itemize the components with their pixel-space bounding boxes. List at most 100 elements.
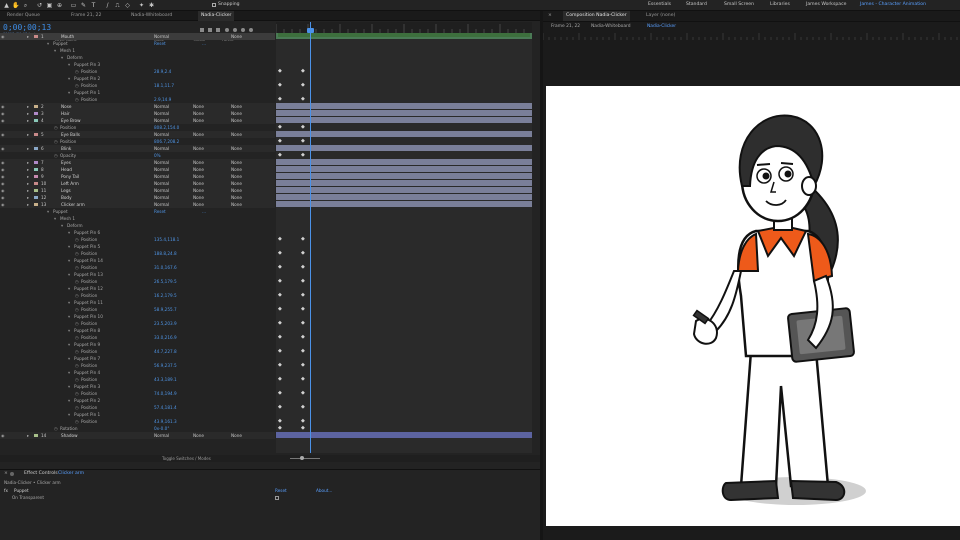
keyframe-icon[interactable]: ◆ [278, 250, 282, 256]
layer-name[interactable]: Pony Tail [61, 173, 79, 180]
layer-duration-bar[interactable] [276, 145, 532, 151]
property-row[interactable]: ◷ Position 26.5,179.5 [0, 278, 275, 285]
property-extra[interactable]: ... [202, 208, 206, 215]
blend-mode-dropdown[interactable]: Normal [154, 187, 169, 194]
layer-name[interactable]: Head [61, 166, 72, 173]
layer-row[interactable]: ◉ ▸ 6 Blink Normal None None [0, 145, 275, 152]
comp-tab-title[interactable]: Composition Nadia-Clicker [563, 11, 630, 21]
property-row[interactable]: ◷ Position 18.1,11.7 [0, 82, 275, 89]
visibility-eye-icon[interactable]: ◉ [1, 202, 6, 207]
layer-row[interactable]: ◉ ▸ 8 Head Normal None None [0, 166, 275, 173]
property-row[interactable]: ◷ Opacity 0% [0, 152, 275, 159]
layer-name[interactable]: Body [61, 194, 72, 201]
trkmat-dropdown[interactable]: None [193, 159, 204, 166]
expand-triangle-icon[interactable]: ◷ [54, 138, 58, 145]
keyframe-icon[interactable]: ◆ [278, 320, 282, 326]
expand-triangle-icon[interactable]: ▾ [68, 369, 70, 376]
layer-duration-bar[interactable] [276, 180, 532, 186]
keyframe-icon[interactable]: ◆ [301, 425, 305, 431]
work-area-bar[interactable] [278, 33, 530, 37]
layer-row[interactable]: ◉ ▸ 12 Body Normal None None [0, 194, 275, 201]
blend-mode-dropdown[interactable]: Normal [154, 194, 169, 201]
pen-tool-icon[interactable]: ✎ [80, 2, 87, 9]
keyframe-icon[interactable]: ◆ [301, 404, 305, 410]
expand-triangle-icon[interactable]: ▾ [68, 383, 70, 390]
keyframe-icon[interactable]: ◆ [301, 348, 305, 354]
keyframe-icon[interactable]: ◆ [278, 348, 282, 354]
expand-triangle-icon[interactable]: ▸ [27, 432, 29, 439]
keyframe-icon[interactable]: ◆ [301, 82, 305, 88]
layer-name[interactable]: Shadow [61, 432, 78, 439]
property-row[interactable]: ▾ Puppet Pin 14 [0, 257, 275, 264]
expand-triangle-icon[interactable]: ▸ [27, 173, 29, 180]
parent-dropdown[interactable]: None [231, 194, 242, 201]
layer-row[interactable]: ◉ ▸ 4 Eye Brow Normal None None [0, 117, 275, 124]
expand-triangle-icon[interactable]: ▸ [27, 33, 29, 40]
expand-triangle-icon[interactable]: ▾ [68, 75, 70, 82]
fx-toggle-icon[interactable]: fx [4, 488, 8, 493]
parent-dropdown[interactable]: None [231, 33, 242, 40]
composition-canvas[interactable] [546, 86, 960, 526]
workspace-character-animation[interactable]: James - Character Animation [860, 2, 926, 7]
selection-tool-icon[interactable]: ▲ [3, 2, 10, 9]
label-color-swatch[interactable] [34, 105, 38, 108]
trkmat-dropdown[interactable]: None [193, 187, 204, 194]
rotate-tool-icon[interactable]: ↺ [36, 2, 43, 9]
trkmat-dropdown[interactable]: None [193, 201, 204, 208]
expand-triangle-icon[interactable]: ▸ [27, 194, 29, 201]
property-row[interactable]: ▾ Puppet Reset... [0, 208, 275, 215]
type-tool-icon[interactable]: T [90, 2, 97, 9]
property-row[interactable]: ▾ Puppet Pin 3 [0, 383, 275, 390]
keyframe-icon[interactable]: ◆ [301, 306, 305, 312]
layer-duration-bar[interactable] [276, 187, 532, 193]
expand-triangle-icon[interactable]: ▾ [68, 341, 70, 348]
roto-tool-icon[interactable]: ✦ [138, 2, 145, 9]
expand-triangle-icon[interactable]: ◷ [75, 236, 79, 243]
mask-tool-icon[interactable]: ▭ [70, 2, 77, 9]
layer-tab[interactable]: Layer (none) [643, 11, 678, 21]
trkmat-dropdown[interactable]: None [193, 117, 204, 124]
expand-triangle-icon[interactable]: ▾ [68, 257, 70, 264]
property-row[interactable]: ◷ Position 188.8,24.8 [0, 250, 275, 257]
keyframe-icon[interactable]: ◆ [278, 418, 282, 424]
trkmat-dropdown[interactable]: None [193, 194, 204, 201]
property-row[interactable]: ◷ Position 44.7,227.8 [0, 348, 275, 355]
label-color-swatch[interactable] [34, 203, 38, 206]
workspace-standard[interactable]: Standard [686, 2, 707, 7]
expand-triangle-icon[interactable]: ▸ [27, 159, 29, 166]
property-row[interactable]: ▾ Deform [0, 54, 275, 61]
workspace-james[interactable]: James Workspace [806, 2, 846, 7]
effect-puppet-name[interactable]: Puppet [14, 488, 29, 493]
expand-triangle-icon[interactable]: ▸ [27, 103, 29, 110]
property-row[interactable]: ▾ Puppet Pin 7 [0, 355, 275, 362]
keyframe-icon[interactable]: ◆ [301, 124, 305, 130]
parent-dropdown[interactable]: None [231, 159, 242, 166]
layer-duration-bar[interactable] [276, 117, 532, 123]
keyframe-icon[interactable]: ◆ [278, 376, 282, 382]
property-value[interactable]: 0x-0.0° [154, 425, 169, 432]
pan-behind-tool-icon[interactable]: ⊕ [56, 2, 63, 9]
layer-duration-bar[interactable] [276, 166, 532, 172]
property-value[interactable]: 16.2,179.5 [154, 292, 177, 299]
property-row[interactable]: ▾ Puppet Pin 3 [0, 61, 275, 68]
camera-tool-icon[interactable]: ▣ [46, 2, 53, 9]
property-value[interactable]: 74.0,194.9 [154, 390, 177, 397]
clone-tool-icon[interactable]: ⎍ [114, 2, 121, 9]
trkmat-dropdown[interactable]: None [193, 180, 204, 187]
expand-triangle-icon[interactable]: ▾ [68, 89, 70, 96]
expand-triangle-icon[interactable]: ◷ [75, 376, 79, 383]
keyframe-icon[interactable]: ◆ [301, 376, 305, 382]
keyframe-icon[interactable]: ◆ [301, 278, 305, 284]
property-value[interactable]: 44.7,227.8 [154, 348, 177, 355]
visibility-eye-icon[interactable]: ◉ [1, 34, 6, 39]
property-value[interactable]: 806.7,208.2 [154, 138, 179, 145]
keyframe-icon[interactable]: ◆ [278, 425, 282, 431]
blend-mode-dropdown[interactable]: Normal [154, 110, 169, 117]
layer-row[interactable]: ◉ ▸ 1 Mouth Normal None [0, 33, 275, 40]
property-extra[interactable]: ... [202, 40, 206, 47]
visibility-eye-icon[interactable]: ◉ [1, 160, 6, 165]
keyframe-icon[interactable]: ◆ [278, 236, 282, 242]
label-color-swatch[interactable] [34, 147, 38, 150]
keyframe-icon[interactable]: ◆ [278, 152, 282, 158]
property-value[interactable]: 188.8,24.8 [154, 250, 177, 257]
